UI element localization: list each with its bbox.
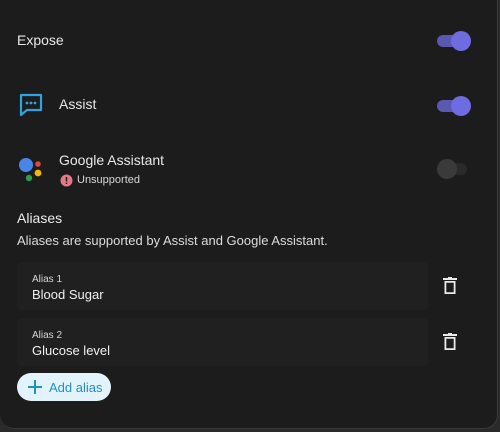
assist-label: Assist (59, 96, 97, 112)
speech-bubble-icon (18, 92, 44, 123)
plus-icon (28, 380, 42, 397)
alias-field-value: Glucose level (32, 343, 111, 358)
google-assistant-toggle[interactable] (437, 158, 469, 179)
delete-icon[interactable] (443, 333, 457, 351)
expose-row: Expose (0, 30, 497, 51)
unsupported-status: Unsupported (77, 174, 140, 186)
google-assistant-icon (16, 154, 46, 189)
alias-field-value: Blood Sugar (32, 287, 104, 302)
expose-toggle[interactable] (437, 30, 471, 51)
google-assistant-label: Google Assistant (59, 152, 165, 168)
alias-field-label: Alias 2 (32, 330, 63, 341)
google-assistant-row: Google Assistant Unsupported (0, 152, 497, 188)
toggle-thumb (451, 31, 471, 51)
alias-field[interactable]: Alias 1 Blood Sugar (17, 262, 428, 310)
toggle-thumb (451, 96, 471, 116)
assist-row: Assist (0, 92, 497, 118)
add-alias-label: Add alias (49, 380, 103, 395)
expose-settings-panel: Expose Assist Google Assistant Unsupport… (0, 0, 498, 429)
add-alias-button[interactable]: Add alias (17, 373, 111, 401)
warning-icon (60, 174, 73, 192)
aliases-title: Aliases (17, 210, 63, 226)
expose-label: Expose (17, 32, 64, 48)
alias-field[interactable]: Alias 2 Glucose level (17, 318, 428, 366)
aliases-description: Aliases are supported by Assist and Goog… (17, 233, 328, 248)
assist-toggle[interactable] (437, 95, 471, 116)
delete-icon[interactable] (443, 277, 457, 295)
alias-field-label: Alias 1 (32, 274, 63, 285)
toggle-thumb (437, 159, 457, 179)
